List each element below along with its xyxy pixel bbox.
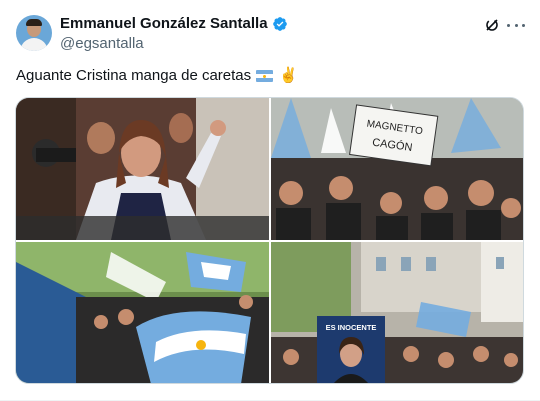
more-options-icon[interactable] bbox=[507, 17, 525, 33]
post-text: Aguante Cristina manga de caretas bbox=[16, 67, 252, 84]
victory-hand-emoji: ✌ bbox=[279, 67, 298, 84]
avatar[interactable] bbox=[16, 15, 52, 51]
post-text-row: Aguante Cristina manga de caretas ✌ bbox=[16, 66, 298, 86]
author-name[interactable]: Emmanuel González Santalla bbox=[60, 15, 268, 33]
photo-1[interactable] bbox=[16, 98, 269, 240]
author-handle[interactable]: @egsantalla bbox=[60, 36, 144, 52]
photo-3[interactable] bbox=[16, 242, 269, 383]
photo-4[interactable]: ES INOCENTE bbox=[271, 242, 523, 383]
author-row: Emmanuel González Santalla bbox=[60, 15, 288, 33]
poster-title: ES INOCENTE bbox=[326, 323, 377, 332]
media-grid: MAGNETTO CAGÓN ES INOCENTE bbox=[15, 97, 524, 384]
tweet[interactable]: Emmanuel González Santalla @egsantalla A… bbox=[0, 0, 540, 401]
argentina-flag-emoji bbox=[256, 70, 274, 82]
grok-icon[interactable] bbox=[484, 17, 500, 33]
verified-badge-icon bbox=[272, 17, 287, 31]
photo-2[interactable]: MAGNETTO CAGÓN bbox=[271, 98, 523, 240]
